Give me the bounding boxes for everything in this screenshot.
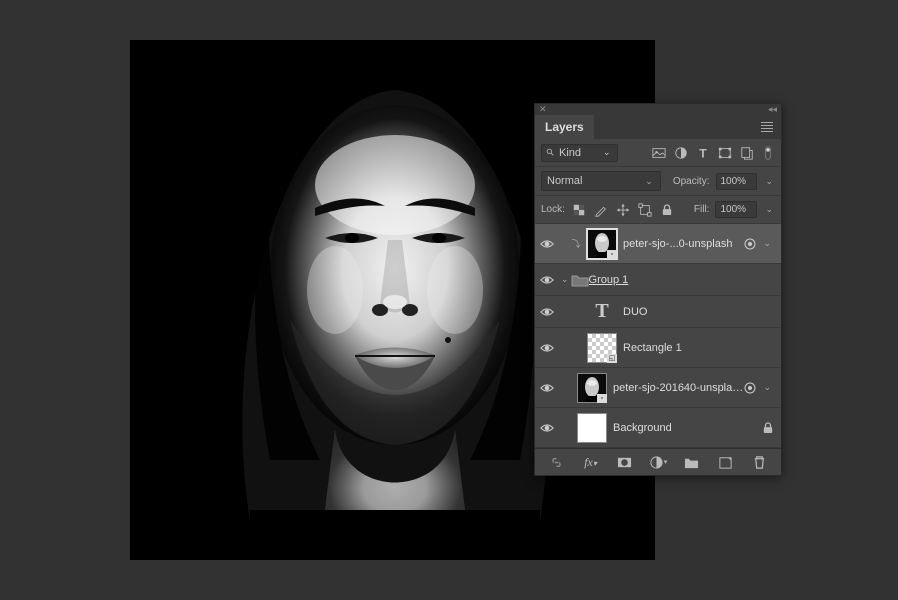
visibility-toggle[interactable] — [535, 383, 559, 393]
smart-object-badge-icon: ▫ — [597, 394, 607, 403]
layer-name[interactable]: Group 1 — [589, 274, 777, 286]
svg-text:T: T — [699, 146, 707, 160]
layer-row-shape[interactable]: ◱ Rectangle 1 — [535, 328, 781, 368]
chevron-down-icon[interactable]: ⌄ — [761, 382, 773, 393]
adjustment-layer-icon[interactable]: ▾ — [648, 454, 668, 470]
clip-indicator-icon: ⤵ — [571, 237, 581, 250]
layers-footer: fx▾ ▾ — [535, 449, 781, 475]
visibility-toggle[interactable] — [535, 423, 559, 433]
lock-all-icon[interactable] — [659, 202, 675, 218]
layer-mask-icon[interactable] — [614, 454, 634, 470]
chevron-down-icon: ⌄ — [643, 176, 655, 187]
filter-effects-icon[interactable] — [743, 381, 757, 395]
opacity-label: Opacity: — [673, 176, 710, 187]
delete-layer-icon[interactable] — [749, 454, 769, 470]
layer-row-text[interactable]: T DUO — [535, 296, 781, 328]
layer-row-background[interactable]: Background — [535, 408, 781, 448]
shape-badge-icon: ◱ — [607, 354, 617, 363]
new-group-icon[interactable] — [682, 454, 702, 470]
group-expand-icon[interactable]: ⌄ — [559, 274, 571, 285]
layer-name[interactable]: Rectangle 1 — [623, 342, 777, 354]
fill-value: 100% — [720, 204, 746, 215]
filter-toggle-switch[interactable] — [761, 145, 775, 161]
layer-thumbnail[interactable]: ▫ — [577, 373, 607, 403]
filter-smart-icon[interactable] — [739, 145, 755, 161]
filter-effects-icon[interactable] — [743, 237, 757, 251]
lock-position-icon[interactable] — [615, 202, 631, 218]
chevron-down-icon[interactable]: ⌄ — [763, 204, 775, 215]
layer-row[interactable]: ▫ peter-sjo-201640-unsplash ⌄ — [535, 368, 781, 408]
opacity-input[interactable]: 100% — [716, 173, 758, 190]
collapse-icon[interactable]: ◂◂ — [768, 105, 777, 114]
layer-style-icon[interactable]: fx▾ — [581, 454, 601, 470]
tab-layers[interactable]: Layers — [535, 115, 594, 139]
visibility-toggle[interactable] — [535, 343, 559, 353]
layer-thumbnail[interactable] — [577, 413, 607, 443]
type-layer-icon: T — [587, 297, 617, 327]
lock-icon[interactable] — [763, 422, 777, 434]
filter-type-icon[interactable]: T — [695, 145, 711, 161]
layer-list: ⤵ ▫ peter-sjo-...0-unsplash ⌄ ⌄ Group 1 … — [535, 224, 781, 449]
layer-thumbnail[interactable]: ◱ — [587, 333, 617, 363]
layer-filter-row: Kind ⌄ T — [535, 139, 781, 167]
chevron-down-icon: ⌄ — [601, 147, 613, 158]
blend-mode-value: Normal — [547, 175, 582, 187]
panel-titlebar[interactable]: ✕ ◂◂ — [535, 104, 781, 115]
fill-input[interactable]: 100% — [715, 201, 757, 218]
layer-thumbnail[interactable]: ▫ — [587, 229, 617, 259]
visibility-toggle[interactable] — [535, 275, 559, 285]
new-layer-icon[interactable] — [715, 454, 735, 470]
layer-row-group[interactable]: ⌄ Group 1 — [535, 264, 781, 296]
lock-transparency-icon[interactable] — [571, 202, 587, 218]
fill-label: Fill: — [694, 204, 710, 215]
visibility-toggle[interactable] — [535, 307, 559, 317]
filter-pixel-icon[interactable] — [651, 145, 667, 161]
layer-name[interactable]: peter-sjo-201640-unsplash — [613, 382, 743, 394]
folder-icon — [571, 273, 589, 287]
link-layers-icon[interactable] — [547, 454, 567, 470]
layer-row[interactable]: ⤵ ▫ peter-sjo-...0-unsplash ⌄ — [535, 224, 781, 264]
lock-artboard-icon[interactable] — [637, 202, 653, 218]
blend-row: Normal ⌄ Opacity: 100% ⌄ — [535, 167, 781, 196]
chevron-down-icon[interactable]: ⌄ — [763, 176, 775, 187]
close-icon[interactable]: ✕ — [539, 105, 547, 114]
visibility-toggle[interactable] — [535, 239, 559, 249]
filter-kind-label: Kind — [559, 147, 581, 159]
layer-name[interactable]: Background — [613, 422, 763, 434]
layer-name[interactable]: peter-sjo-...0-unsplash — [623, 238, 743, 250]
filter-adjustment-icon[interactable] — [673, 145, 689, 161]
panel-tabbar: Layers — [535, 115, 781, 139]
filter-shape-icon[interactable] — [717, 145, 733, 161]
blend-mode-select[interactable]: Normal ⌄ — [541, 171, 661, 191]
layers-panel: ✕ ◂◂ Layers Kind ⌄ T Normal ⌄ Opacity: 1… — [534, 103, 782, 476]
lock-label: Lock: — [541, 204, 565, 215]
layer-name[interactable]: DUO — [623, 306, 777, 318]
chevron-down-icon[interactable]: ⌄ — [761, 238, 773, 249]
smart-object-badge-icon: ▫ — [607, 250, 617, 259]
opacity-value: 100% — [721, 176, 747, 187]
panel-menu-icon[interactable] — [759, 120, 775, 134]
lock-row: Lock: Fill: 100% ⌄ — [535, 196, 781, 224]
filter-kind-select[interactable]: Kind ⌄ — [541, 144, 618, 162]
lock-pixels-icon[interactable] — [593, 202, 609, 218]
